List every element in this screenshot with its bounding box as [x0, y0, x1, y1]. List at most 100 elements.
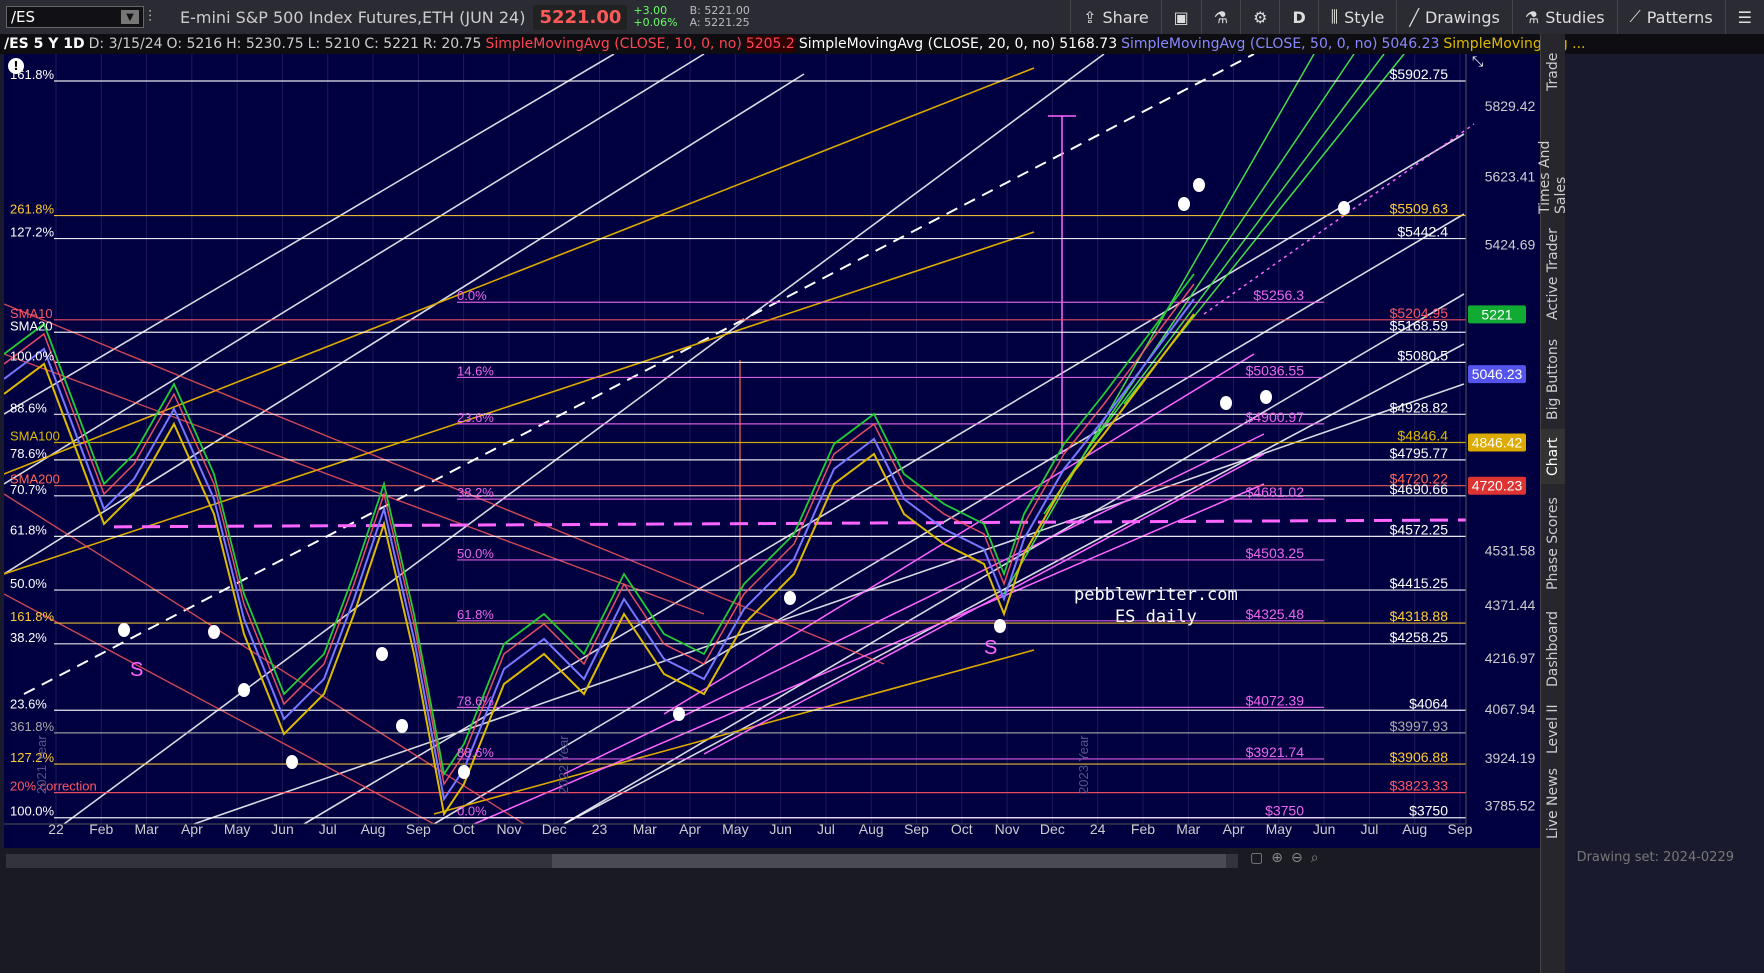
x-tick-label: Dec	[542, 821, 567, 837]
y-tick-label: 5623.41	[1485, 169, 1536, 185]
magnifier-icon[interactable]: ⌕	[1311, 850, 1319, 866]
chevron-down-icon[interactable]: ▼	[121, 10, 139, 24]
sma10-label[interactable]: SimpleMovingAvg (CLOSE, 10, 0, no)	[485, 36, 741, 52]
drawings-button[interactable]: ╱ Drawings	[1396, 0, 1512, 34]
level-right-label: $3906.88	[1390, 749, 1449, 765]
x-tick-label: Jun	[271, 821, 294, 837]
sma10-value: 5205.2	[745, 36, 795, 52]
dot-marker	[1178, 197, 1190, 211]
ask-value: A: 5221.25	[689, 16, 750, 29]
snapshot-button[interactable]: ▣	[1160, 0, 1201, 34]
top-toolbar: /ES ▼ ⫶ E-mini S&P 500 Index Futures,ETH…	[0, 0, 1764, 35]
pencil-icon: ╱	[1409, 7, 1419, 27]
price-chart[interactable]: $5902.75 161.8% $5509.63 261.8% $5442.4 127.2…	[4, 54, 1540, 848]
symbol-text: /ES	[11, 8, 36, 26]
zoom-out-icon[interactable]: ⊖	[1291, 850, 1303, 866]
channel-line-magenta	[473, 483, 1265, 825]
level-right-label: $3823.33	[1390, 778, 1449, 794]
chart-header: /ES 5 Y 1D D: 3/15/24 O: 5216 H: 5230.75…	[0, 34, 1764, 54]
price-badge-label: 4846.42	[1472, 435, 1523, 451]
patterns-button[interactable]: ⟋ Patterns	[1616, 0, 1725, 34]
crosshair-icon[interactable]: ⤡	[1472, 54, 1483, 70]
level-left-label: 78.6%	[10, 446, 47, 461]
level-left-label: 100.0%	[10, 804, 55, 819]
share-icon: ⇪	[1083, 7, 1097, 27]
x-tick-label: Oct	[951, 821, 973, 837]
x-tick-label: Jul	[817, 821, 835, 837]
level-right-label: $4064	[1409, 695, 1448, 711]
level-right-label: $5256.3	[1253, 287, 1304, 303]
level-left-label: 23.6%	[457, 410, 494, 425]
tab-big-buttons[interactable]: Big Buttons	[1541, 334, 1565, 424]
tab-trade[interactable]: Trade	[1541, 42, 1565, 102]
scroll-thumb[interactable]	[552, 854, 1226, 868]
level-right-label: $4072.39	[1246, 692, 1305, 708]
tab-dashboard[interactable]: Dashboard	[1541, 604, 1565, 694]
trend-channels	[4, 54, 1475, 825]
reset-icon[interactable]: ▢	[1250, 850, 1263, 866]
dot-marker	[1260, 390, 1272, 404]
x-tick-label: Jul	[319, 821, 337, 837]
share-button[interactable]: ⇪ Share	[1070, 0, 1161, 34]
dot-marker	[118, 623, 130, 637]
x-tick-label: Jun	[1313, 821, 1336, 837]
level-right-label: $4503.25	[1246, 545, 1305, 561]
tab-phase-scores[interactable]: Phase Scores	[1541, 489, 1565, 599]
flask-button[interactable]: ⚗	[1200, 0, 1240, 34]
channel-line-gold	[4, 67, 1035, 475]
year-marker: 2022 Year	[556, 735, 571, 794]
x-tick-label: Apr	[1223, 821, 1245, 837]
x-tick-label: 24	[1090, 821, 1106, 837]
level-right-label: $3997.93	[1390, 718, 1449, 734]
chart-grid	[55, 54, 1461, 824]
level-right-label: $4690.66	[1390, 481, 1449, 497]
camera-icon: ▣	[1173, 7, 1189, 27]
level-left-label: 0.0%	[457, 288, 487, 303]
tab-chart[interactable]: Chart	[1541, 429, 1565, 484]
patterns-label: Patterns	[1646, 7, 1713, 27]
tab-active-trader[interactable]: Active Trader	[1541, 224, 1565, 324]
x-tick-label: Jul	[1360, 821, 1378, 837]
candles-icon: ⫼	[1330, 7, 1339, 26]
tab-live-news[interactable]: Live News	[1541, 764, 1565, 844]
x-tick-label: Feb	[1131, 821, 1155, 837]
x-tick-label: Sep	[1448, 821, 1473, 837]
dot-marker	[784, 591, 796, 605]
annotation-line-1: pebblewriter.com	[1074, 585, 1238, 605]
studies-button[interactable]: ⚗ Studies	[1511, 0, 1617, 34]
style-label: Style	[1344, 7, 1385, 27]
channel-line-green	[1003, 54, 1315, 595]
level-right-label: $3750	[1265, 803, 1304, 819]
alert-icon[interactable]: !	[8, 58, 24, 74]
chart-canvas[interactable]: $5902.75 161.8% $5509.63 261.8% $5442.4 127.2…	[4, 54, 1540, 848]
annotation-line-2: ES daily	[1114, 607, 1197, 627]
chart-id: /ES 5 Y 1D	[4, 36, 85, 52]
open-value: O: 5216	[166, 36, 223, 52]
x-tick-label: Feb	[89, 821, 113, 837]
tab-times-and-sales[interactable]: Times And Sales	[1537, 104, 1569, 214]
x-tick-label: Jun	[769, 821, 792, 837]
level-left-label: 88.6%	[10, 400, 47, 415]
level-right-label: $4900.97	[1246, 409, 1305, 425]
x-tick-label: May	[722, 821, 748, 837]
level-right-label: $4415.25	[1390, 575, 1449, 591]
menu-button[interactable]: ☰	[1724, 0, 1764, 34]
last-price: 5221.00	[533, 4, 628, 30]
level-left-label: 23.6%	[10, 696, 47, 711]
zoom-in-icon[interactable]: ⊕	[1271, 850, 1283, 866]
sma50-label[interactable]: SimpleMovingAvg (CLOSE, 50, 0, no)	[1121, 36, 1377, 52]
symbol-selector[interactable]: /ES ▼	[6, 6, 144, 28]
y-tick-label: 4531.58	[1485, 542, 1536, 558]
style-button[interactable]: ⫼ Style	[1317, 0, 1397, 34]
level-right-label: $5168.59	[1390, 317, 1449, 333]
tab-level-ii[interactable]: Level II	[1541, 699, 1565, 759]
settings-button[interactable]: ⚙	[1240, 0, 1279, 34]
sma20-label[interactable]: SimpleMovingAvg (CLOSE, 20, 0, no)	[799, 36, 1055, 52]
pattern-marker: S	[130, 659, 143, 681]
dashed-level-magenta	[113, 518, 1467, 529]
price-badge-label: 4720.23	[1472, 478, 1523, 494]
flask-icon: ⚗	[1524, 7, 1540, 27]
link-icon[interactable]: ⫶	[148, 7, 152, 27]
x-tick-label: Aug	[859, 821, 884, 837]
aggregation-button[interactable]: D	[1279, 0, 1317, 34]
